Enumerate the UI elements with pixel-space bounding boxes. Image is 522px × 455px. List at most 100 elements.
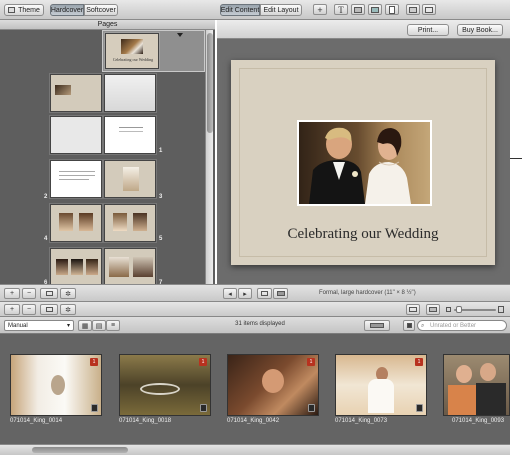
pages-scrollbar[interactable] — [205, 30, 213, 301]
map-box-button[interactable] — [368, 4, 382, 15]
cover-thumbnail-photo — [121, 39, 143, 54]
previous-page-button[interactable]: ◂ — [223, 288, 237, 299]
browser-photo[interactable]: 1 — [335, 354, 427, 416]
grid-icon: ▦ — [81, 322, 89, 330]
edit-content-label: Edit Content — [220, 6, 260, 14]
page-thumbnail[interactable] — [104, 74, 156, 112]
text-box-button[interactable]: T — [334, 4, 348, 15]
book-page[interactable]: Celebrating our Wedding — [231, 60, 495, 265]
edit-layout-button[interactable]: Edit Layout — [260, 4, 302, 16]
page-thumbnail-photo — [71, 259, 83, 275]
page-thumbnail[interactable] — [104, 160, 156, 198]
arrow-left-icon: ◂ — [228, 290, 232, 298]
page-options-icon — [389, 5, 395, 14]
pages-header: Pages — [0, 20, 215, 30]
page-thumbnail-photo — [133, 257, 153, 277]
buy-book-button[interactable]: Buy Book... — [457, 24, 503, 36]
browser-toolbar: Manual ▾ ▦ ▤ ≡ 31 items displayed ⌕ Unra… — [0, 317, 510, 334]
hardcover-button[interactable]: Hardcover — [50, 4, 84, 16]
sort-popup[interactable]: Manual ▾ — [4, 320, 74, 331]
browser-photo[interactable]: 1 — [10, 354, 102, 416]
filter-icon — [406, 323, 412, 328]
trash-icon[interactable] — [308, 404, 315, 412]
cover-thumbnail-selection[interactable]: Celebrating our Wedding — [102, 30, 205, 72]
zoom-small-icon — [446, 307, 451, 312]
view-icon — [45, 307, 53, 312]
photo-detail — [456, 365, 472, 383]
list-view-button[interactable]: ≡ — [106, 320, 120, 331]
page-view-button[interactable] — [40, 288, 58, 299]
add-page-button[interactable]: + — [313, 4, 327, 15]
page-thumbnail[interactable] — [50, 74, 102, 112]
editor-pane: Print... Buy Book... Celebrating our Wed… — [217, 20, 510, 301]
zoom-slider[interactable] — [446, 306, 504, 313]
screen-view-button[interactable] — [406, 304, 420, 315]
trash-icon[interactable] — [91, 404, 98, 412]
single-page-view-button[interactable] — [257, 288, 272, 299]
callout-line — [510, 158, 522, 159]
pages-scrollbar-thumb[interactable] — [207, 33, 213, 133]
main-toolbar: Theme Hardcover Softcover Edit Content E… — [0, 0, 510, 20]
rating-filter-field[interactable]: ⌕ Unrated or Better — [417, 320, 507, 331]
photo-name: 071014_King_0018 — [119, 418, 172, 424]
items-count: 31 items displayed — [235, 321, 285, 327]
photo-box-button[interactable] — [351, 4, 365, 15]
cover-menu-arrow-icon[interactable] — [177, 33, 183, 37]
browser-scrollbar-thumb[interactable] — [32, 447, 128, 453]
cover-thumbnail[interactable]: Celebrating our Wedding — [105, 33, 159, 69]
page-thumbnail[interactable] — [104, 204, 156, 242]
zoom-slider-thumb[interactable] — [456, 306, 462, 313]
page-thumbnail-text — [59, 179, 89, 180]
print-button[interactable]: Print... — [407, 24, 449, 36]
layout-button[interactable] — [422, 4, 436, 15]
photo-detail — [140, 383, 180, 395]
browser-photo[interactable] — [443, 354, 510, 416]
browser-photo[interactable]: 1 — [227, 354, 319, 416]
plus-icon: + — [9, 306, 15, 313]
page-thumbnail[interactable] — [50, 248, 102, 286]
page-thumbnail-text — [59, 175, 95, 176]
rating-filter-placeholder: Unrated or Better — [430, 323, 477, 329]
browser-mode-icon — [370, 323, 384, 328]
add-menu-button[interactable]: + — [4, 304, 20, 315]
magnifier-icon: ⌕ — [421, 323, 425, 329]
thumbnail-size-button[interactable] — [426, 304, 440, 315]
page-thumbnail[interactable] — [104, 116, 156, 154]
trash-icon[interactable] — [200, 404, 207, 412]
action-menu-button[interactable]: ✲ — [60, 304, 76, 315]
page-thumbnail-text — [119, 131, 143, 132]
browser-scrollbar[interactable] — [0, 444, 510, 455]
filmstrip-view-button[interactable]: ▤ — [92, 320, 106, 331]
photo-name: 071014_King_0093 — [452, 418, 505, 424]
page-photo[interactable] — [297, 120, 432, 206]
browser-mode-button[interactable] — [364, 320, 390, 331]
page-thumbnail[interactable] — [104, 248, 156, 286]
filter-button[interactable] — [403, 320, 415, 331]
next-page-button[interactable]: ▸ — [238, 288, 252, 299]
background-button[interactable] — [406, 4, 420, 15]
filmstrip-icon: ▤ — [95, 322, 103, 330]
browser-photo[interactable]: 1 — [119, 354, 211, 416]
page-title[interactable]: Celebrating our Wedding — [231, 226, 495, 243]
two-page-icon — [276, 291, 285, 296]
page-thumbnail[interactable] — [50, 204, 102, 242]
edit-content-button[interactable]: Edit Content — [220, 4, 260, 16]
page-options-button[interactable] — [385, 4, 399, 15]
view-menu-button[interactable] — [40, 304, 58, 315]
chevron-down-icon: ▾ — [66, 323, 70, 329]
add-page-menu-button[interactable]: + — [4, 288, 20, 299]
page-thumbnail-photo — [79, 213, 93, 231]
theme-button[interactable]: Theme — [4, 4, 44, 16]
trash-icon[interactable] — [416, 404, 423, 412]
zoom-large-icon — [498, 306, 504, 313]
page-thumbnail[interactable] — [50, 116, 102, 154]
softcover-button[interactable]: Softcover — [84, 4, 118, 16]
background-icon — [409, 6, 417, 13]
two-page-view-button[interactable] — [273, 288, 288, 299]
action-menu-button[interactable]: ✲ — [60, 288, 76, 299]
wedding-photo — [299, 122, 430, 204]
grid-view-button[interactable]: ▦ — [78, 320, 92, 331]
remove-page-button[interactable]: − — [22, 288, 36, 299]
page-thumbnail[interactable] — [50, 160, 102, 198]
remove-button[interactable]: − — [22, 304, 36, 315]
